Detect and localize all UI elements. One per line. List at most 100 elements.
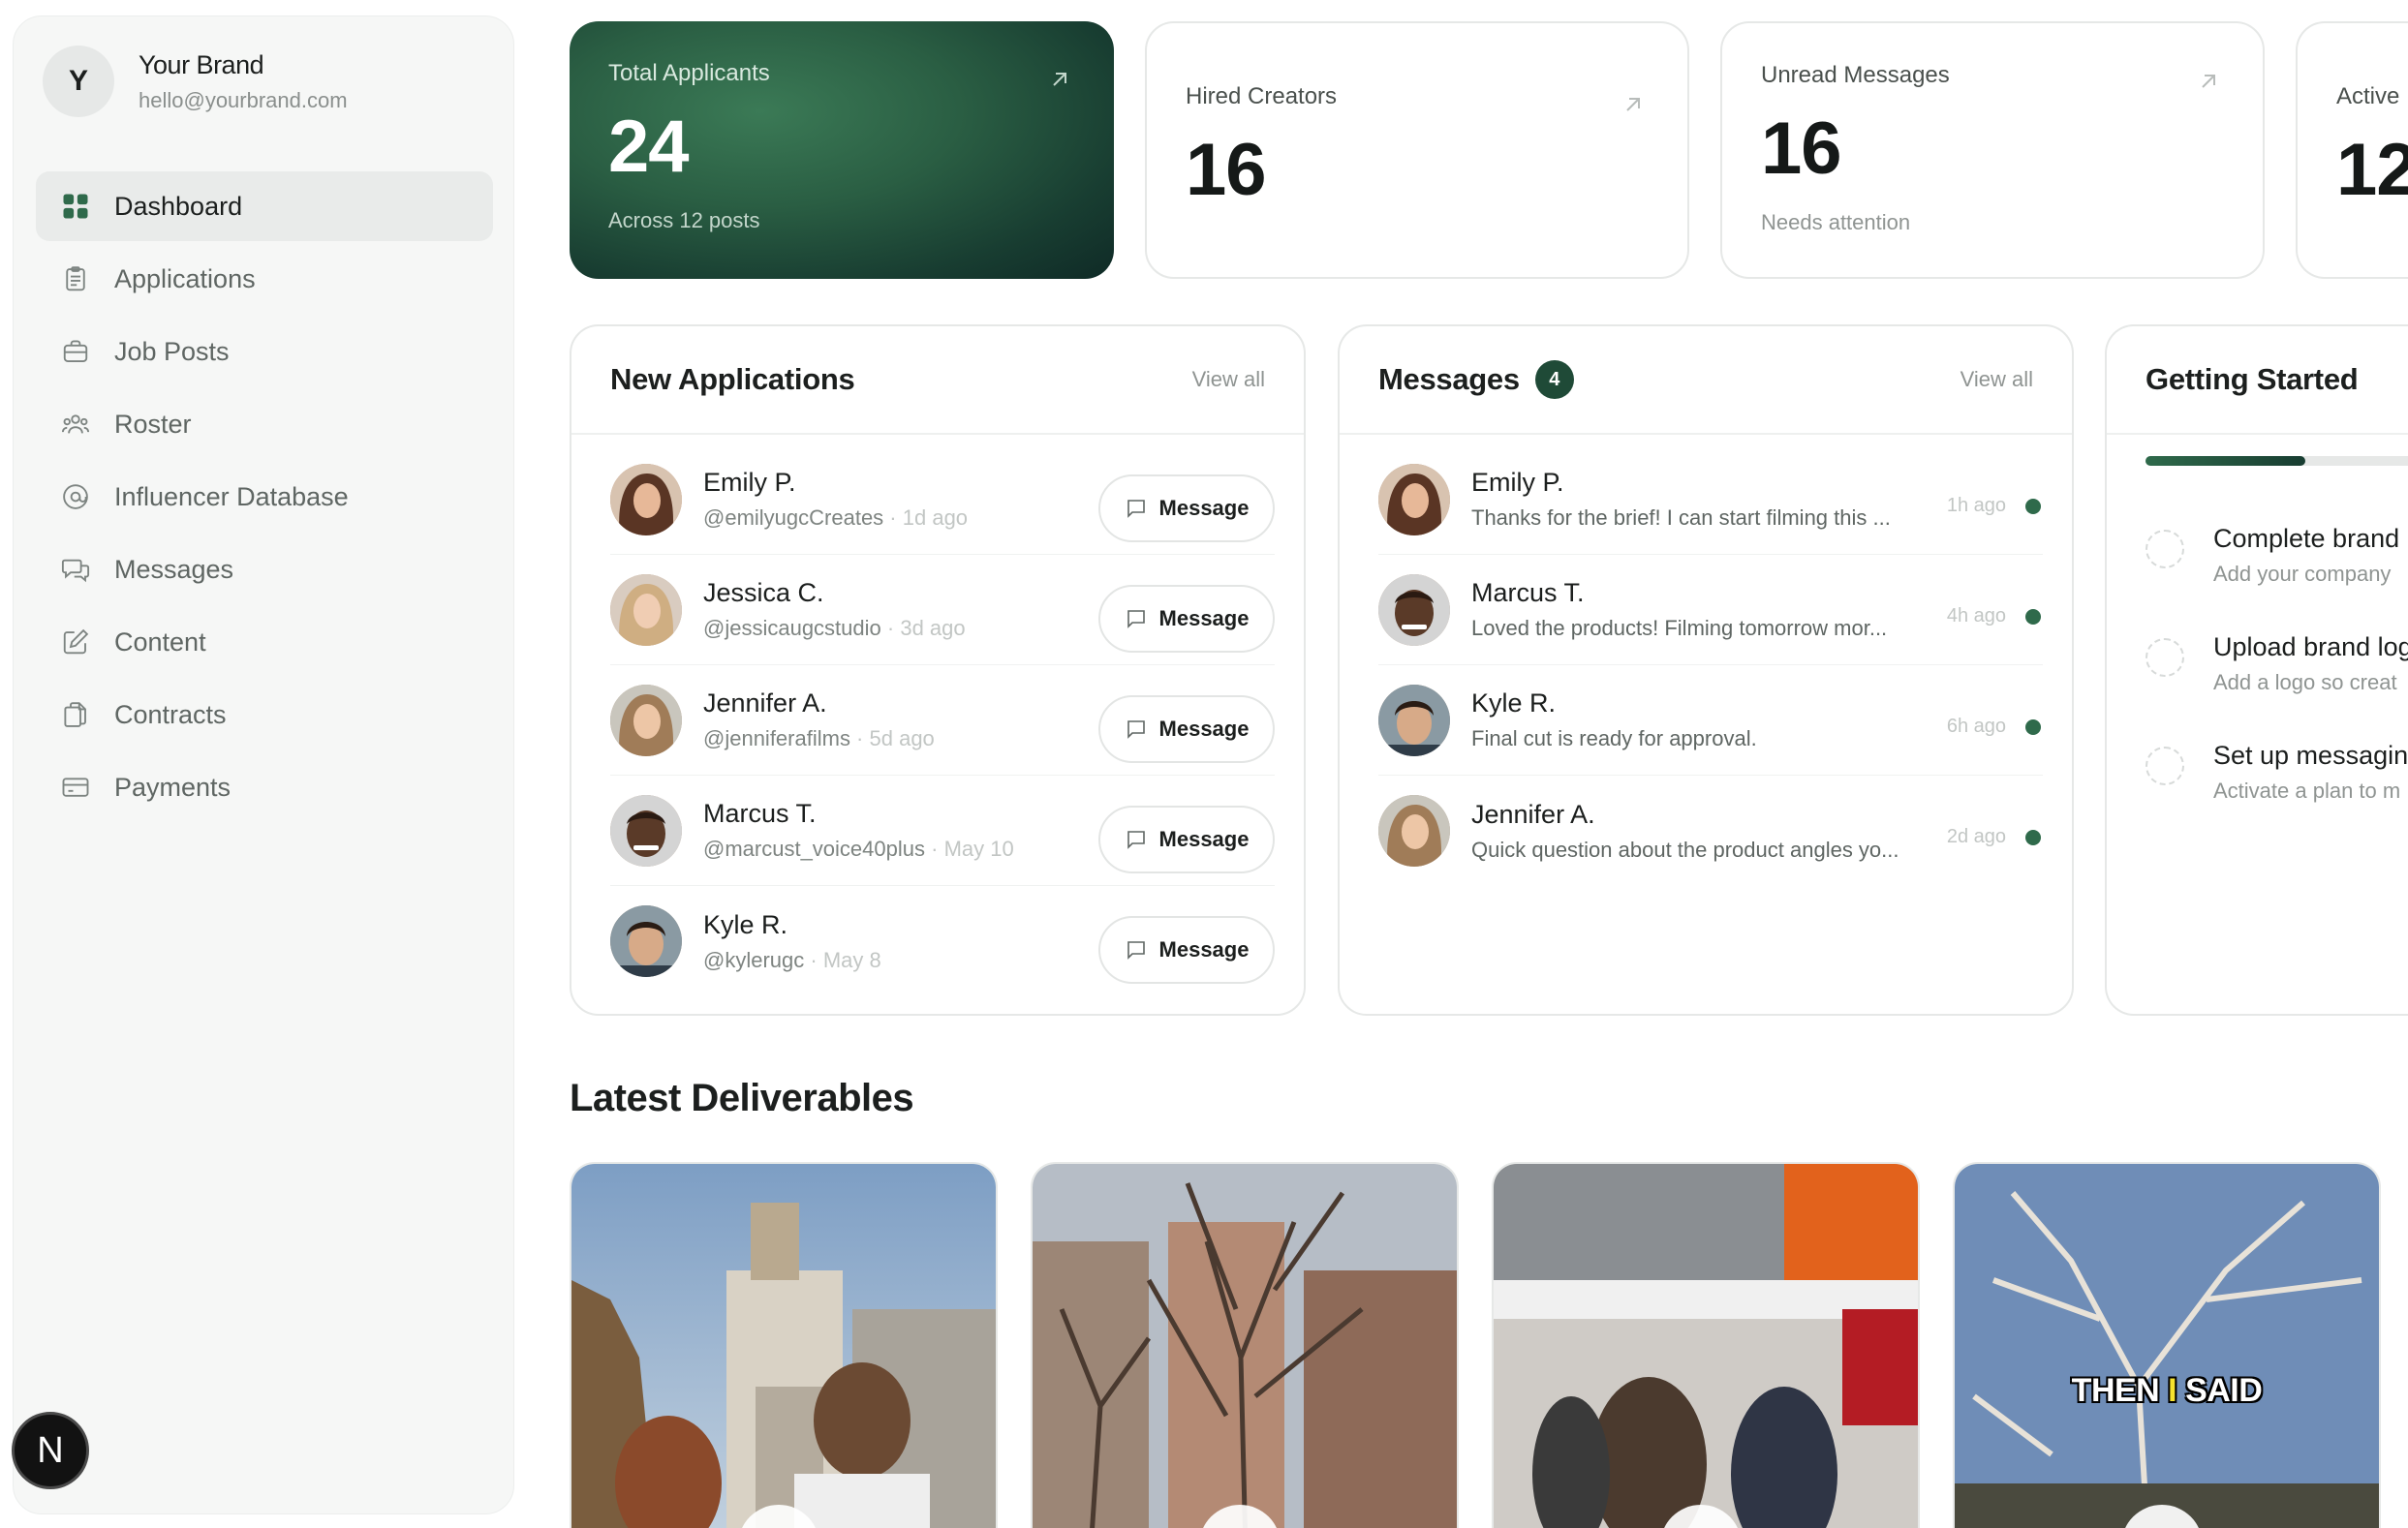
deliverable-card[interactable] (1031, 1162, 1459, 1528)
avatar (1378, 573, 1450, 646)
panel-title: New Applications (610, 362, 855, 396)
deliverable-thumbnail (571, 1164, 996, 1528)
message-button-label: Message (1158, 496, 1250, 520)
arrow-up-right-icon (2197, 70, 2220, 93)
list-item[interactable]: Kyle R. @kylerugc · May 8 Message (610, 886, 1275, 996)
panel-title: Getting Started (2146, 362, 2359, 396)
message-preview: Loved the products! Filming tomorrow mor… (1471, 616, 1888, 640)
pending-circle-icon (2146, 747, 2184, 785)
list-item[interactable]: Jessica C. @jessicaugcstudio · 3d ago Me… (610, 555, 1275, 665)
sidebar-item-payments[interactable]: Payments (36, 752, 493, 822)
list-item[interactable]: Emily P. @emilyugcCreates · 1d ago Messa… (610, 444, 1275, 555)
message-time: 2d ago (1946, 826, 2006, 847)
stat-value: 16 (1186, 129, 1267, 211)
message-button[interactable]: Message (1098, 474, 1275, 542)
task-item[interactable]: Upload brand log Add a logo so creat (2146, 632, 2408, 695)
message-time: 4h ago (1946, 605, 2006, 626)
section-title: Latest Deliverables (570, 1077, 914, 1119)
task-title: Set up messagin (2213, 741, 2408, 770)
message-thread[interactable]: Kyle R. Final cut is ready for approval.… (1378, 665, 2043, 776)
sidebar-item-label: Payments (114, 772, 232, 802)
stat-sub: Needs attention (1761, 210, 1911, 234)
avatar (610, 794, 682, 867)
sidebar-item-label: Applications (114, 263, 256, 293)
messages-panel: Messages 4 View all Emily P. Thanks for … (1338, 324, 2074, 1016)
sidebar-item-label: Content (114, 626, 206, 657)
task-subtitle: Activate a plan to m (2213, 779, 2401, 803)
credit-card-icon (60, 772, 91, 803)
stat-sub: Across 12 posts (608, 208, 760, 232)
view-all-link[interactable]: View all (1192, 367, 1265, 392)
unread-dot (2025, 609, 2041, 625)
applicant-handle: @kylerugc (703, 947, 805, 972)
message-thread[interactable]: Jennifer A. Quick question about the pro… (1378, 776, 2043, 886)
sender-name: Marcus T. (1471, 578, 1585, 607)
stat-label: Unread Messages (1761, 62, 1950, 88)
applicant-name: Marcus T. (703, 799, 817, 828)
stat-card-hired-creators[interactable]: Hired Creators 16 (1145, 21, 1689, 279)
floating-n-badge[interactable]: N (12, 1412, 89, 1489)
message-square-icon (1127, 500, 1145, 518)
message-time: 1h ago (1946, 495, 2006, 516)
view-all-link[interactable]: View all (1960, 367, 2033, 392)
stat-card-active[interactable]: Active 12 (2296, 21, 2408, 279)
message-thread[interactable]: Emily P. Thanks for the brief! I can sta… (1378, 444, 2043, 555)
list-item[interactable]: Marcus T. @marcust_voice40plus · May 10 … (610, 776, 1275, 886)
stat-card-total-applicants[interactable]: Total Applicants 24 Across 12 posts (570, 21, 1114, 279)
applicant-handle: @emilyugcCreates (703, 505, 884, 530)
deliverable-card[interactable] (1492, 1162, 1920, 1528)
task-item[interactable]: Complete brand Add your company (2146, 524, 2399, 587)
message-thread[interactable]: Marcus T. Loved the products! Filming to… (1378, 555, 2043, 665)
sidebar-nav: Dashboard Applications Job Posts Roster (36, 171, 493, 825)
deliverable-card[interactable] (570, 1162, 998, 1528)
avatar (1378, 463, 1450, 535)
brand-name: Your Brand (139, 49, 264, 79)
task-item[interactable]: Set up messagin Activate a plan to m (2146, 741, 2408, 804)
sidebar-item-contracts[interactable]: Contracts (36, 680, 493, 749)
sender-name: Jennifer A. (1471, 799, 1595, 829)
sidebar-item-label: Messages (114, 554, 234, 584)
sidebar-item-dashboard[interactable]: Dashboard (36, 171, 493, 241)
brand-header[interactable]: Y Your Brand hello@yourbrand.com (43, 46, 348, 117)
message-button[interactable]: Message (1098, 695, 1275, 763)
message-square-icon (1127, 720, 1145, 739)
panel-title: Messages (1378, 362, 1520, 396)
applicant-name: Kyle R. (703, 909, 788, 939)
message-button[interactable]: Message (1098, 806, 1275, 873)
deliverable-card[interactable]: THEN I SAID (1953, 1162, 2381, 1528)
sidebar: Y Your Brand hello@yourbrand.com Dashboa… (13, 15, 514, 1514)
onboarding-progress-bar (2146, 456, 2408, 466)
applicant-name: Emily P. (703, 468, 796, 497)
sidebar-item-applications[interactable]: Applications (36, 244, 493, 314)
avatar (610, 684, 682, 756)
sidebar-item-messages[interactable]: Messages (36, 535, 493, 604)
stat-value: 16 (1761, 107, 1842, 190)
message-square-icon (1127, 610, 1145, 628)
stat-card-unread-messages[interactable]: Unread Messages 16 Needs attention (1720, 21, 2265, 279)
avatar (610, 463, 682, 535)
grid-icon (60, 191, 91, 222)
sidebar-item-job-posts[interactable]: Job Posts (36, 317, 493, 386)
clipboard-icon (60, 263, 91, 294)
sender-name: Emily P. (1471, 468, 1564, 497)
message-button-label: Message (1158, 827, 1250, 851)
message-button-label: Message (1158, 717, 1250, 741)
message-square-icon (1127, 941, 1145, 960)
sidebar-item-content[interactable]: Content (36, 607, 493, 677)
task-title: Upload brand log (2213, 632, 2408, 661)
task-title: Complete brand (2213, 524, 2400, 553)
applicant-time: May 10 (943, 837, 1014, 861)
message-button[interactable]: Message (1098, 916, 1275, 984)
message-button[interactable]: Message (1098, 585, 1275, 653)
message-button-label: Message (1158, 937, 1250, 962)
video-caption: THEN I SAID (2071, 1372, 2263, 1409)
applicant-time: May 8 (822, 947, 881, 972)
stat-label: Hired Creators (1186, 83, 1338, 109)
task-subtitle: Add a logo so creat (2213, 670, 2397, 694)
dashboard-page: Y Your Brand hello@yourbrand.com Dashboa… (0, 0, 2408, 1528)
avatar (610, 905, 682, 977)
pending-circle-icon (2146, 638, 2184, 677)
list-item[interactable]: Jennifer A. @jenniferafilms · 5d ago Mes… (610, 665, 1275, 776)
sidebar-item-roster[interactable]: Roster (36, 389, 493, 459)
sidebar-item-influencer-database[interactable]: Influencer Database (36, 462, 493, 532)
